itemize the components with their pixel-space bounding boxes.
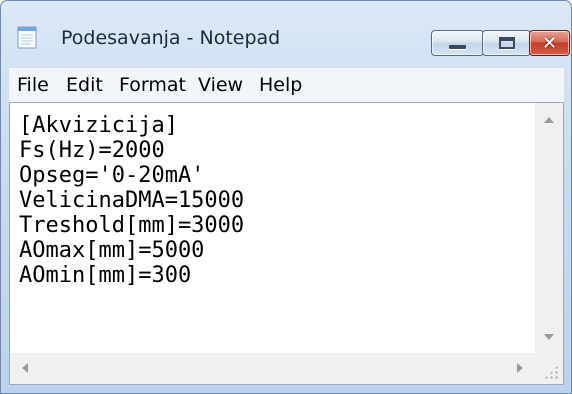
scroll-right-icon[interactable] [517,363,523,373]
scroll-up-icon[interactable] [544,117,554,123]
vertical-scrollbar[interactable] [535,103,563,354]
close-icon: ✕ [541,32,558,54]
menu-help[interactable]: Help [253,72,308,98]
scroll-down-icon[interactable] [544,334,554,340]
minimize-icon [449,45,466,49]
menu-edit[interactable]: Edit [60,72,109,98]
close-button[interactable]: ✕ [529,30,570,56]
menu-format[interactable]: Format [113,72,192,98]
menu-bar: File Edit Format View Help [9,68,564,102]
maximize-button[interactable] [482,30,531,56]
scroll-left-icon[interactable] [22,363,28,373]
notepad-icon[interactable] [17,25,37,49]
resize-grip[interactable] [535,353,563,384]
menu-file[interactable]: File [11,72,55,98]
resize-grip-icon [544,365,558,379]
text-editor[interactable]: [Akvizicija] Fs(Hz)=2000 Opseg='0-20mA' … [10,103,535,354]
notepad-window: Podesavanja - Notepad ✕ File Edit Format… [0,0,572,394]
window-title: Podesavanja - Notepad [61,27,281,49]
maximize-icon [499,37,515,49]
title-bar[interactable]: Podesavanja - Notepad ✕ [1,1,571,57]
horizontal-scrollbar[interactable] [10,353,535,384]
minimize-button[interactable] [431,30,484,56]
menu-view[interactable]: View [192,72,249,98]
editor-area: [Akvizicija] Fs(Hz)=2000 Opseg='0-20mA' … [9,102,564,385]
